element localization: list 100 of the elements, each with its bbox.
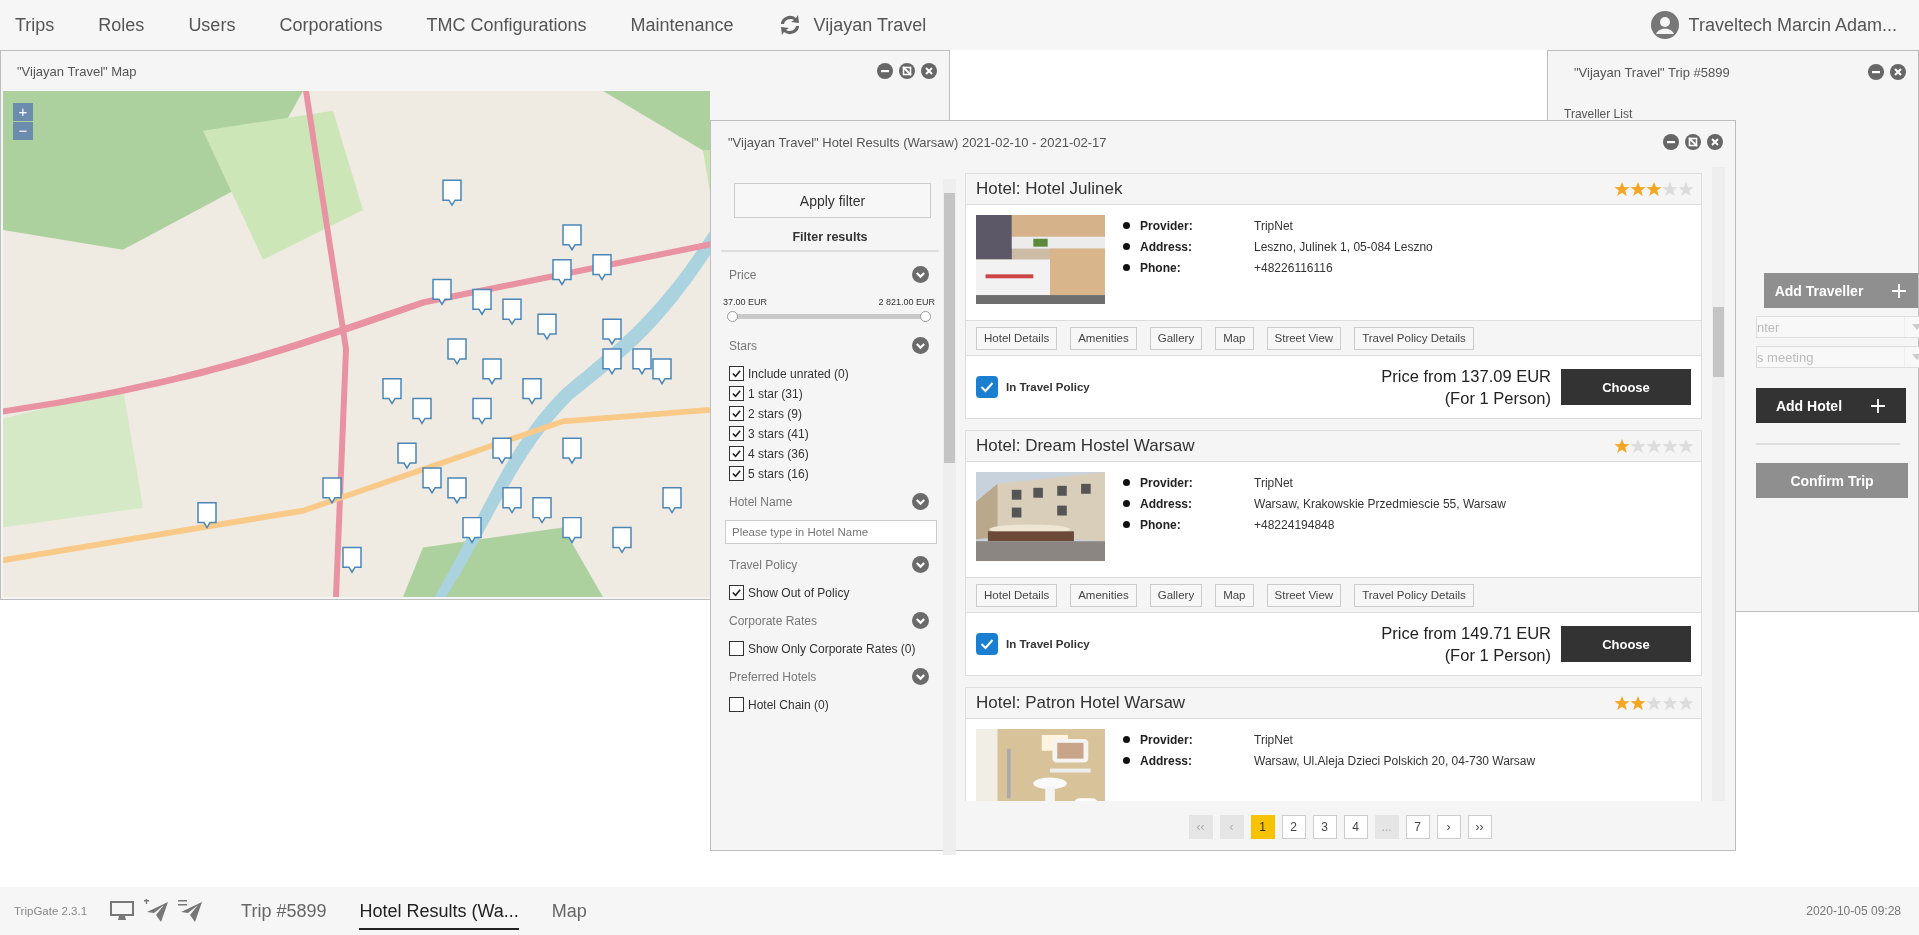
tab-button[interactable]: Amenities [1070,326,1137,350]
checkbox[interactable] [729,366,744,381]
star-icon [1630,181,1646,197]
page-button[interactable]: › [1436,815,1461,839]
zoom-out-button[interactable]: − [13,122,33,140]
page-button[interactable]: 4 [1343,815,1368,839]
checkbox-label[interactable]: Include unrated (0) [748,366,849,381]
section-title: Hotel Name [729,494,793,509]
page-button[interactable]: 2 [1281,815,1306,839]
close-icon[interactable] [921,63,937,79]
restore-icon[interactable] [899,63,915,79]
checkbox[interactable] [729,697,744,712]
detail-label: Provider: [1140,475,1194,490]
agency-name[interactable]: Vijayan Travel [813,14,927,36]
checkbox[interactable] [976,376,998,398]
checkbox[interactable] [729,426,744,441]
nav-link[interactable]: Corporations [279,14,383,36]
page-button[interactable]: 3 [1312,815,1337,839]
checkbox[interactable] [729,386,744,401]
nav-link[interactable]: Trips [15,14,55,36]
check-icon [731,468,742,479]
chevron-down-icon[interactable] [912,612,929,629]
chevron-down-icon[interactable] [912,337,929,354]
section-title: Corporate Rates [729,613,818,628]
tab-button[interactable]: Travel Policy Details [1354,583,1474,607]
price-note: (For 1 Person) [1443,388,1551,409]
scrollbar[interactable] [943,179,956,855]
section-title: Preferred Hotels [729,669,817,684]
tab-button[interactable]: Map [1215,326,1254,350]
zoom-in-button[interactable]: + [13,103,33,121]
checkbox-label[interactable]: 1 star (31) [748,386,803,401]
detail-value: TripNet [1254,218,1294,233]
restore-icon[interactable] [1685,134,1701,150]
checkbox[interactable] [976,633,998,655]
paper-plane-list-icon[interactable] [177,899,204,923]
minimize-icon[interactable] [1868,64,1884,80]
checkbox[interactable] [729,406,744,421]
nav-link[interactable]: Roles [98,14,145,36]
section-title: Price [729,267,757,282]
chevron-down-icon[interactable] [912,493,929,510]
choose-button[interactable]: Choose [1561,369,1691,405]
minimize-icon[interactable] [1663,134,1679,150]
apply-filter-button[interactable]: Apply filter [734,183,931,218]
chevron-down-icon[interactable] [912,668,929,685]
tab-button[interactable]: Amenities [1070,583,1137,607]
chevron-down-icon[interactable] [912,556,929,573]
tab-button[interactable]: Travel Policy Details [1354,326,1474,350]
star-icon [1662,438,1678,454]
choose-button[interactable]: Choose [1561,626,1691,662]
page-button[interactable]: 1 [1250,815,1275,839]
checkbox[interactable] [729,446,744,461]
close-icon[interactable] [1707,134,1723,150]
checkbox-label[interactable]: 5 stars (16) [748,466,809,481]
close-icon[interactable] [1890,64,1906,80]
page-button[interactable]: ›› [1467,815,1492,839]
price-slider[interactable] [727,310,931,323]
tab-button[interactable]: Gallery [1149,326,1203,350]
star-icon [1678,181,1694,197]
tab-button[interactable]: Hotel Details [976,326,1058,350]
star-icon [1646,181,1662,197]
tab-button[interactable]: Street View [1266,326,1342,350]
check-icon [731,448,742,459]
paper-plane-plus-icon[interactable] [143,899,170,923]
nav-link[interactable]: Users [188,14,236,36]
page-button[interactable]: 7 [1405,815,1430,839]
tab-button[interactable]: Hotel Details [976,583,1058,607]
chevron-down-icon[interactable] [912,266,929,283]
checkbox-label[interactable]: 3 stars (41) [748,426,809,441]
monitor-icon[interactable] [109,899,136,923]
checkbox-label[interactable]: Show Out of Policy [748,585,850,600]
hotel-name-field[interactable]: Please type in Hotel Name [725,520,937,544]
bullet [1123,521,1130,528]
checkbox-label[interactable]: 2 stars (9) [748,406,802,421]
nav-link[interactable]: TMC Configurations [426,14,587,36]
window-tab[interactable]: Hotel Results (Wa... [359,892,519,930]
user-name[interactable]: Traveltech Marcin Adam... [1688,14,1897,36]
window-tab[interactable]: Trip #5899 [241,892,327,930]
tab-button[interactable]: Street View [1266,583,1342,607]
slider-handle[interactable] [920,311,931,322]
checkbox-label[interactable]: Hotel Chain (0) [748,697,829,712]
nav-link[interactable]: Maintenance [630,14,734,36]
scrollbar[interactable] [1712,167,1725,801]
tab-button[interactable]: Map [1215,583,1254,607]
checkbox-label[interactable]: 4 stars (36) [748,446,809,461]
star-icon [1646,438,1662,454]
max-price: 2 821.00 EUR [878,297,935,307]
tab-button[interactable]: Gallery [1149,583,1203,607]
window-tab[interactable]: Map [551,892,587,930]
slider-handle[interactable] [727,311,738,322]
checkbox[interactable] [729,641,744,656]
minimize-icon[interactable] [877,63,893,79]
checkbox[interactable] [729,585,744,600]
checkbox-label[interactable]: Show Only Corporate Rates (0) [748,641,916,656]
hotel-name: Hotel: Dream Hostel Warsaw [976,436,1195,456]
add-hotel-button[interactable]: Add Hotel [1756,388,1906,423]
bullet [1123,757,1130,764]
detail-value: Warsaw, Ul.Aleja Dzieci Polskich 20, 04-730 Warsaw [1254,753,1536,768]
detail-label: Provider: [1140,218,1194,233]
checkbox[interactable] [729,466,744,481]
user-avatar-icon[interactable] [1650,11,1679,39]
